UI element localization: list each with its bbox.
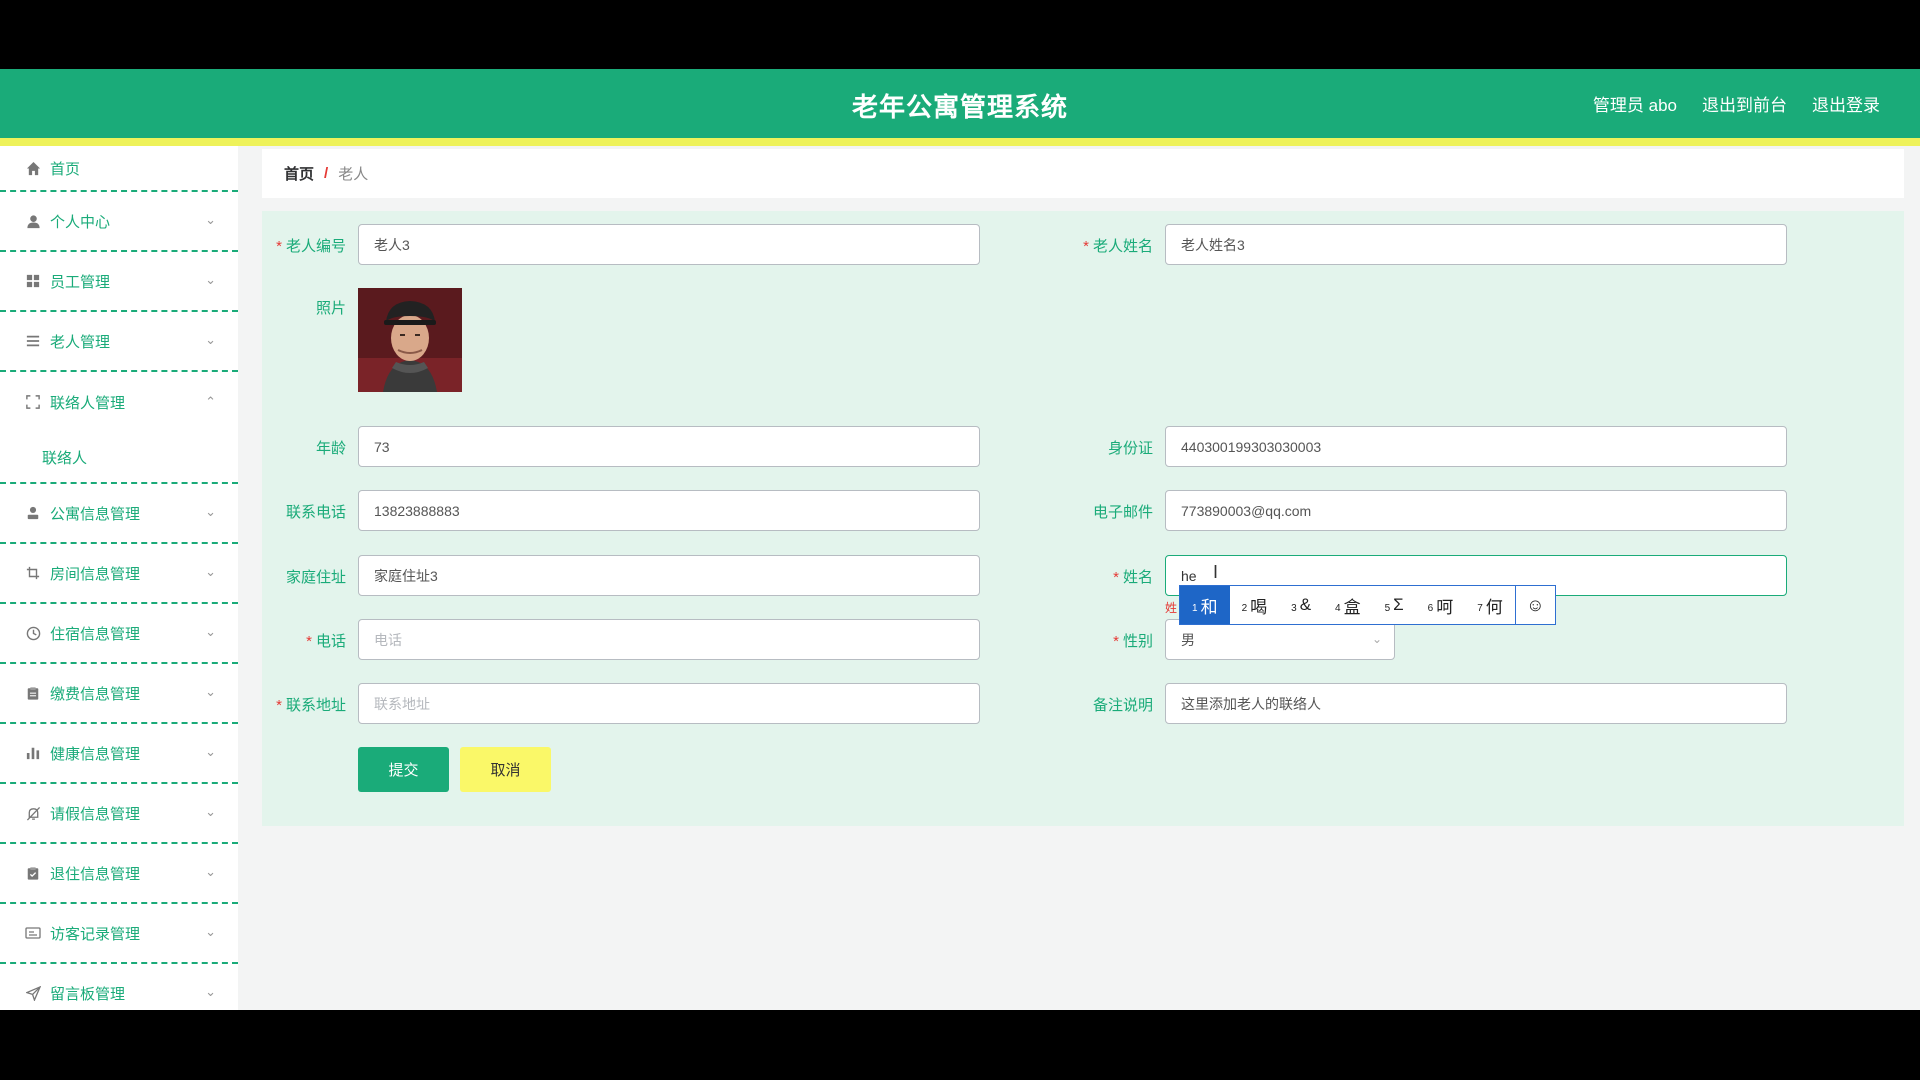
- ime-candidate[interactable]: 5Σ: [1373, 586, 1416, 624]
- chevron-down-icon: ⌄: [205, 744, 216, 759]
- id-card-label: 身份证: [1107, 440, 1153, 457]
- top-header: 老年公寓管理系统 管理员 abo 退出到前台 退出登录: [0, 69, 1920, 138]
- admin-user-label[interactable]: 管理员 abo: [1593, 91, 1677, 116]
- sidebar-item-lodging[interactable]: 住宿信息管理 ⌄: [0, 604, 238, 664]
- ime-candidate[interactable]: 3 &: [1279, 586, 1323, 624]
- sidebar-item-leave[interactable]: 请假信息管理 ⌄: [0, 784, 238, 844]
- submit-button[interactable]: 提交: [358, 747, 449, 792]
- chevron-down-icon: ⌄: [205, 804, 216, 819]
- app-window: 老年公寓管理系统 管理员 abo 退出到前台 退出登录 首页 个人中心 ⌄ 员工…: [0, 69, 1920, 1010]
- sidebar-item-payment[interactable]: 缴费信息管理 ⌄: [0, 664, 238, 724]
- ime-candidate[interactable]: 1和: [1180, 586, 1230, 624]
- email-label: 电子邮件: [1092, 504, 1153, 521]
- ime-candidate[interactable]: 2喝: [1230, 586, 1280, 624]
- gender-label: * 性别: [1113, 633, 1153, 650]
- chevron-down-icon: ⌄: [1371, 632, 1382, 646]
- elder-no-input[interactable]: 老人3: [358, 224, 980, 265]
- bar-chart-icon: [24, 744, 42, 762]
- text-cursor-icon: I: [1213, 562, 1219, 582]
- checklist-icon: [24, 864, 42, 882]
- ime-candidate[interactable]: 4盒: [1323, 586, 1373, 624]
- email-input[interactable]: 773890003@qq.com: [1165, 490, 1787, 531]
- chevron-down-icon: ⌄: [205, 984, 216, 999]
- age-input[interactable]: 73: [358, 426, 980, 467]
- user-icon: [24, 212, 42, 230]
- person-icon: [24, 504, 42, 522]
- sidebar-item-health[interactable]: 健康信息管理 ⌄: [0, 724, 238, 784]
- home-address-input[interactable]: 家庭住址3: [358, 555, 980, 596]
- chevron-down-icon: ⌄: [205, 684, 216, 699]
- elder-photo[interactable]: [358, 288, 462, 392]
- sidebar-item-apartment[interactable]: 公寓信息管理 ⌄: [0, 484, 238, 544]
- sidebar-item-elder[interactable]: 老人管理 ⌄: [0, 312, 238, 372]
- sidebar-item-visitor[interactable]: 访客记录管理 ⌄: [0, 904, 238, 964]
- chevron-down-icon: ⌄: [205, 504, 216, 519]
- chevron-down-icon: ⌄: [205, 864, 216, 879]
- sidebar-item-staff[interactable]: 员工管理 ⌄: [0, 252, 238, 312]
- chevron-down-icon: ⌄: [205, 924, 216, 939]
- breadcrumb-current: 老人: [338, 166, 369, 183]
- breadcrumb: 首页 / 老人: [262, 149, 1904, 198]
- clipboard-icon: [24, 684, 42, 702]
- logout-link[interactable]: 退出登录: [1812, 91, 1880, 116]
- crop-icon: [24, 564, 42, 582]
- sidebar-item-personal-center[interactable]: 个人中心 ⌄: [0, 192, 238, 252]
- send-icon: [24, 984, 42, 1002]
- name-label: * 姓名: [1113, 569, 1153, 586]
- sidebar-item-home[interactable]: 首页: [0, 146, 238, 192]
- elder-name-input[interactable]: 老人姓名3: [1165, 224, 1787, 265]
- elder-no-label: * 老人编号: [276, 238, 346, 255]
- chevron-down-icon: ⌄: [205, 624, 216, 639]
- cancel-button[interactable]: 取消: [460, 747, 551, 792]
- id-card-input[interactable]: 440300199303030003: [1165, 426, 1787, 467]
- gender-select[interactable]: 男 ⌄: [1165, 619, 1395, 660]
- breadcrumb-separator: /: [324, 165, 329, 182]
- chevron-down-icon: ⌄: [205, 564, 216, 579]
- elder-name-label: * 老人姓名: [1083, 238, 1153, 255]
- remark-label: 备注说明: [1092, 697, 1153, 714]
- age-label: 年龄: [315, 440, 346, 457]
- name-error-hint: 姓: [1165, 601, 1178, 615]
- chevron-down-icon: ⌄: [205, 272, 216, 287]
- sidebar-item-message-board[interactable]: 留言板管理 ⌄: [0, 964, 238, 1010]
- phone-input[interactable]: 13823888883: [358, 490, 980, 531]
- sidebar-item-contact[interactable]: 联络人管理 ⌃: [0, 372, 238, 432]
- ime-candidate-popup: 1和 2喝 3 & 4盒 5Σ 6呵 7何 ☺: [1179, 585, 1556, 625]
- grid-icon: [24, 272, 42, 290]
- sidebar-subitem-contact[interactable]: 联络人: [0, 432, 238, 484]
- header-actions: 管理员 abo 退出到前台 退出登录: [1593, 91, 1880, 116]
- contact-address-label: * 联系地址: [276, 697, 346, 714]
- breadcrumb-home[interactable]: 首页: [284, 163, 314, 184]
- sidebar-item-room[interactable]: 房间信息管理 ⌄: [0, 544, 238, 604]
- contact-address-input[interactable]: 联系地址: [358, 683, 980, 724]
- header-accent-stripe: [0, 138, 1920, 146]
- expand-icon: [24, 393, 42, 411]
- tel-input[interactable]: 电话: [358, 619, 980, 660]
- chevron-down-icon: ⌄: [205, 212, 216, 227]
- list-icon: [24, 332, 42, 350]
- remark-input[interactable]: 这里添加老人的联络人: [1165, 683, 1787, 724]
- ime-candidate[interactable]: 7何: [1465, 586, 1515, 624]
- chevron-down-icon: ⌄: [205, 332, 216, 347]
- phone-label: 联系电话: [285, 504, 346, 521]
- chevron-up-icon: ⌃: [205, 394, 216, 409]
- exit-to-front-link[interactable]: 退出到前台: [1702, 91, 1787, 116]
- home-icon: [24, 159, 42, 177]
- sidebar: 首页 个人中心 ⌄ 员工管理 ⌄ 老人管理 ⌄ 联络人管理 ⌃ 联络人 公寓信息…: [0, 146, 238, 1010]
- ime-candidate[interactable]: 6呵: [1416, 586, 1466, 624]
- tel-label: * 电话: [306, 633, 346, 650]
- photo-label: 照片: [315, 300, 346, 317]
- home-address-label: 家庭住址: [285, 569, 346, 586]
- bell-off-icon: [24, 804, 42, 822]
- emoji-icon[interactable]: ☺: [1514, 586, 1555, 624]
- card-icon: [24, 924, 42, 942]
- clock-icon: [24, 624, 42, 642]
- sidebar-item-checkout[interactable]: 退住信息管理 ⌄: [0, 844, 238, 904]
